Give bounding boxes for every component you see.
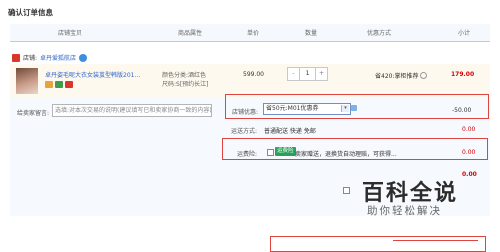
coupon-selected: 省50元:M01优惠券 (266, 105, 319, 112)
badge-icon (55, 81, 63, 88)
promo-info: 省420:掌柜推荐 (375, 71, 428, 80)
insurance-checkbox[interactable] (267, 149, 274, 156)
product-badges (45, 81, 73, 88)
attr-color: 颜色分类:酒红色 (162, 72, 207, 79)
header-discount: 优惠方式 (367, 30, 392, 37)
item-subtotal: 179.00 (451, 71, 475, 78)
store-icon (12, 53, 20, 62)
promo-text: 省420:掌柜推荐 (375, 73, 419, 80)
decrease-button[interactable]: - (288, 68, 299, 80)
watermark-subtitle: 助你轻松解决 (367, 205, 442, 217)
coupon-chat-icon[interactable] (351, 105, 357, 111)
table-header: 店铺宝贝 商品属性 单价 数量 优惠方式 小计 (10, 24, 490, 42)
quantity-input[interactable]: 1 (299, 68, 316, 80)
attr-size: 尺码:S[预约长江] (162, 81, 209, 88)
header-attributes: 商品属性 (178, 30, 203, 37)
store-total-price: 0.00 (462, 171, 477, 178)
shipping-label: 运送方式: (231, 128, 258, 135)
shipping-method: 普通配送 快递 免邮 (264, 128, 316, 135)
coupon-select[interactable]: 省50元:M01优惠券 ▾ (263, 103, 351, 115)
option-checkbox[interactable] (343, 187, 350, 194)
chevron-down-icon[interactable]: ▾ (341, 105, 349, 112)
header-subtotal: 小计 (458, 30, 471, 37)
help-icon[interactable] (420, 72, 428, 79)
header-unit-price: 单价 (247, 30, 260, 37)
insurance-text: 卖家赠送，退换货自动理赔，可获得... (295, 151, 397, 158)
product-name-link[interactable]: 卓丹姿毛呢大衣女装茧型韩版201... (45, 70, 157, 79)
page-title: 确认订单信息 (8, 8, 53, 17)
message-input[interactable]: 选填:对本次交易的说明(建议填写已和卖家协商一致的内容) (52, 104, 212, 117)
insurance-price: 0.00 (462, 149, 476, 156)
header-quantity: 数量 (305, 30, 318, 37)
product-thumbnail[interactable] (16, 68, 38, 94)
unit-price: 599.00 (243, 71, 264, 78)
badge-icon (65, 81, 73, 88)
chat-icon[interactable] (79, 53, 88, 62)
insurance-badge: 运费险 (275, 147, 296, 156)
badge-icon (45, 81, 53, 88)
store-name-link[interactable]: 卓丹爱狐航店 (40, 53, 76, 62)
store-label: 店铺: (23, 55, 38, 62)
header-store-item: 店铺宝贝 (58, 30, 83, 37)
coupon-amount: -50.00 (452, 107, 472, 114)
shipping-price: 0.00 (462, 126, 476, 133)
increase-button[interactable]: + (316, 68, 327, 80)
coupon-label: 店铺优惠: (232, 109, 259, 116)
insurance-label: 运费险: (237, 151, 258, 158)
store-row: 店铺: 卓丹爱狐航店 (12, 53, 88, 62)
quantity-stepper: - 1 + (287, 67, 328, 81)
message-label: 给卖家留言: (17, 110, 50, 117)
